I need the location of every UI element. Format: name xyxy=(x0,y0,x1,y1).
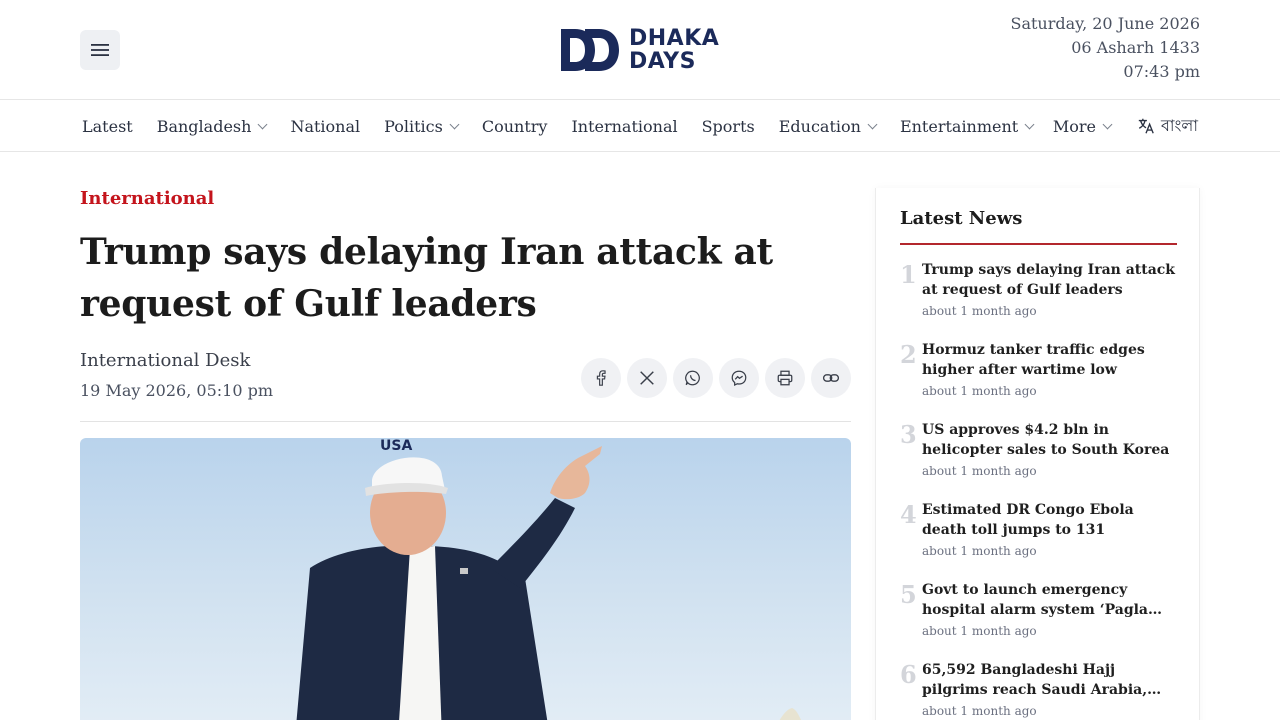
messenger-icon xyxy=(731,370,747,387)
list-item-time: about 1 month ago xyxy=(922,624,1037,638)
logo-line-1: DHAKA xyxy=(629,26,720,51)
article-author[interactable]: International Desk xyxy=(80,350,250,371)
list-item-title[interactable]: Trump says delaying Iran attack at reque… xyxy=(922,260,1180,300)
list-item-body: Govt to launch emergency hospital alarm … xyxy=(922,580,1180,660)
nav-item-latest[interactable]: Latest xyxy=(82,117,133,136)
list-item-body: 65,592 Bangladeshi Hajj pilgrims reach S… xyxy=(922,660,1180,720)
logo-line-2: DAYS xyxy=(629,49,696,74)
nav-item-sports[interactable]: Sports xyxy=(702,117,755,136)
menu-button[interactable] xyxy=(80,30,120,70)
list-item[interactable]: 5 Govt to launch emergency hospital alarm… xyxy=(900,580,1180,660)
list-item-number: 1 xyxy=(900,260,917,289)
list-item[interactable]: 6 65,592 Bangladeshi Hajj pilgrims reach … xyxy=(900,660,1180,720)
meta-divider xyxy=(80,421,851,422)
nav-item-country[interactable]: Country xyxy=(482,117,548,136)
nav-item-more[interactable]: More xyxy=(1052,116,1113,136)
list-item-body: US approves $4.2 bln in helicopter sales… xyxy=(922,420,1180,500)
list-item-title[interactable]: Govt to launch emergency hospital alarm … xyxy=(922,580,1180,620)
list-item-number: 5 xyxy=(900,580,917,609)
list-item[interactable]: 3 US approves $4.2 bln in helicopter sale… xyxy=(900,420,1180,500)
logo-wordmark: DHAKA DAYS xyxy=(629,27,719,73)
translate-icon xyxy=(1138,118,1154,134)
list-item[interactable]: 1 Trump says delaying Iran attack at requ… xyxy=(900,260,1180,340)
bangla-date: 06 Asharh 1433 xyxy=(1071,38,1200,57)
list-item-number: 6 xyxy=(900,660,917,689)
article-hero-image: USA xyxy=(80,438,851,720)
share-bar xyxy=(581,358,851,398)
list-item-time: about 1 month ago xyxy=(922,384,1037,398)
print-button[interactable] xyxy=(765,358,805,398)
list-item-time: about 1 month ago xyxy=(922,464,1037,478)
latest-news-sidebar: Latest News 1 Trump says delaying Iran at… xyxy=(875,188,1200,720)
nav-item-label: Politics xyxy=(384,116,443,136)
nav-item-label: Education xyxy=(778,116,861,136)
latest-news-list: 1 Trump says delaying Iran attack at requ… xyxy=(900,260,1180,720)
language-toggle[interactable]: বাংলা xyxy=(1137,113,1198,140)
nav-item-label: Sports xyxy=(701,116,755,136)
chevron-down-icon xyxy=(1102,119,1113,129)
nav-item-label: International xyxy=(571,116,678,136)
share-messenger-button[interactable] xyxy=(719,358,759,398)
svg-text:USA: USA xyxy=(380,438,412,454)
print-icon xyxy=(777,370,793,386)
site-logo[interactable]: DHAKA DAYS xyxy=(559,26,719,74)
nav-item-entertainment[interactable]: Entertainment xyxy=(899,116,1035,136)
chevron-down-icon xyxy=(1024,119,1035,129)
nav-more-label: More xyxy=(1052,116,1096,136)
copy-link-button[interactable] xyxy=(811,358,851,398)
list-item-title[interactable]: Estimated DR Congo Ebola death toll jump… xyxy=(922,500,1180,540)
english-date: Saturday, 20 June 2026 xyxy=(1010,14,1201,33)
main-navigation: Latest Bangladesh National Politics Country I… xyxy=(0,100,1280,152)
list-item[interactable]: 2 Hormuz tanker traffic edges higher afte… xyxy=(900,340,1180,420)
hero-photo-illustration: USA xyxy=(296,438,801,720)
chevron-down-icon xyxy=(257,119,268,129)
chevron-down-icon xyxy=(449,119,460,129)
nav-item-label: National xyxy=(290,116,361,136)
list-item-time: about 1 month ago xyxy=(922,304,1037,318)
list-item-number: 4 xyxy=(900,500,917,529)
share-facebook-button[interactable] xyxy=(581,358,621,398)
share-x-button[interactable] xyxy=(627,358,667,398)
nav-right: More বাংলা xyxy=(1053,100,1198,152)
list-item-time: about 1 month ago xyxy=(922,704,1037,718)
article-publish-date: 19 May 2026, 05:10 pm xyxy=(80,381,273,400)
sidebar-title: Latest News xyxy=(900,208,1023,229)
list-item-body: Estimated DR Congo Ebola death toll jump… xyxy=(922,500,1180,580)
nav-list: Latest Bangladesh National Politics Country I… xyxy=(82,100,1057,152)
date-block: Saturday, 20 June 2026 06 Asharh 1433 07… xyxy=(1011,12,1201,84)
share-whatsapp-button[interactable] xyxy=(673,358,713,398)
article-headline: Trump says delaying Iran attack at reque… xyxy=(80,231,773,325)
language-label: বাংলা xyxy=(1161,115,1198,135)
facebook-icon xyxy=(596,370,606,386)
current-time: 07:43 pm xyxy=(1123,62,1200,81)
x-icon xyxy=(640,371,654,385)
list-item-title[interactable]: Hormuz tanker traffic edges higher after… xyxy=(922,340,1180,380)
nav-item-national[interactable]: National xyxy=(290,117,360,136)
list-item-body: Trump says delaying Iran attack at reque… xyxy=(922,260,1180,340)
site-header: DHAKA DAYS Saturday, 20 June 2026 06 Ash… xyxy=(0,0,1280,100)
list-item-time: about 1 month ago xyxy=(922,544,1037,558)
sidebar-title-rule xyxy=(900,243,1177,245)
list-item[interactable]: 4 Estimated DR Congo Ebola death toll jum… xyxy=(900,500,1180,580)
nav-item-label: Bangladesh xyxy=(156,116,252,136)
hamburger-icon xyxy=(91,44,109,56)
nav-item-label: Latest xyxy=(82,116,133,136)
chevron-down-icon xyxy=(867,119,878,129)
whatsapp-icon xyxy=(685,370,700,386)
list-item-number: 2 xyxy=(900,340,917,369)
list-item-title[interactable]: 65,592 Bangladeshi Hajj pilgrims reach S… xyxy=(922,660,1180,700)
article-category[interactable]: International xyxy=(80,188,214,209)
nav-item-label: Entertainment xyxy=(899,116,1019,136)
list-item-body: Hormuz tanker traffic edges higher after… xyxy=(922,340,1180,420)
nav-item-bangladesh[interactable]: Bangladesh xyxy=(156,116,268,136)
list-item-title[interactable]: US approves $4.2 bln in helicopter sales… xyxy=(922,420,1180,460)
nav-item-education[interactable]: Education xyxy=(778,116,878,136)
nav-item-politics[interactable]: Politics xyxy=(384,116,460,136)
logo-mark-icon xyxy=(561,29,619,71)
link-icon xyxy=(822,374,840,382)
nav-item-label: Country xyxy=(481,116,548,136)
nav-item-international[interactable]: International xyxy=(571,117,677,136)
list-item-number: 3 xyxy=(900,420,917,449)
